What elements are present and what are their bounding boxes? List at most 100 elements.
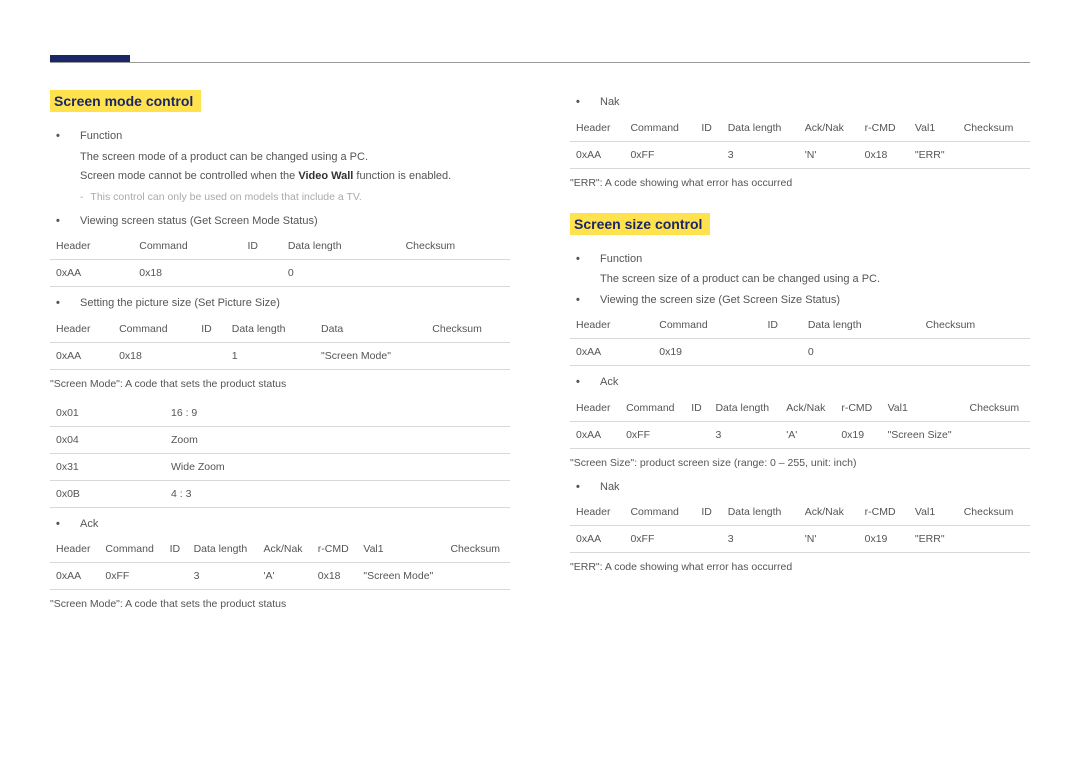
td: 0x19: [653, 339, 761, 366]
td: 0xAA: [570, 141, 624, 168]
table-row: 0xAA 0xFF 3 'A' 0x19 "Screen Size": [570, 421, 1030, 448]
table-row: Header Command ID Data length Ack/Nak r-…: [50, 536, 510, 563]
th: Data length: [722, 115, 799, 142]
td: [920, 339, 1030, 366]
th: Checksum: [444, 536, 510, 563]
th: Header: [570, 395, 620, 422]
bullet-nak-size: • Nak: [576, 479, 1030, 496]
th: Checksum: [958, 499, 1030, 526]
th: ID: [685, 395, 709, 422]
td: [400, 260, 510, 287]
td: 0xFF: [624, 526, 695, 553]
text-part: Screen mode cannot be controlled when th…: [80, 170, 298, 182]
bullet-icon: •: [576, 94, 590, 111]
td: 3: [709, 421, 780, 448]
bullet-ack: • Ack: [56, 516, 510, 533]
table-nak-screen-size: Header Command ID Data length Ack/Nak r-…: [570, 499, 1030, 553]
emphasis-video-wall: Video Wall: [298, 170, 353, 182]
bullet-view-size: • Viewing the screen size (Get Screen Si…: [576, 292, 1030, 309]
th: Data length: [188, 536, 258, 563]
td: "Screen Mode": [315, 342, 426, 369]
td: 0xAA: [50, 260, 133, 287]
bullet-label: Viewing screen status (Get Screen Mode S…: [80, 213, 318, 230]
td: [685, 421, 709, 448]
table-row: 0xAA 0x18 0: [50, 260, 510, 287]
td: 0x18: [133, 260, 241, 287]
td: [695, 141, 721, 168]
td: Zoom: [165, 426, 510, 453]
header-rule: [50, 62, 1030, 63]
table-row: 0xAA 0x19 0: [570, 339, 1030, 366]
td: 0: [802, 339, 920, 366]
bullet-viewing-status: • Viewing screen status (Get Screen Mode…: [56, 213, 510, 230]
table-row: 0xAA 0xFF 3 'A' 0x18 "Screen Mode": [50, 563, 510, 590]
header-accent: [50, 55, 130, 62]
bullet-set-picture-size: • Setting the picture size (Set Picture …: [56, 295, 510, 312]
bullet-label: Nak: [600, 479, 620, 496]
td: 'A': [780, 421, 835, 448]
bullet-icon: •: [576, 292, 590, 309]
th: Val1: [909, 499, 958, 526]
td: 0x19: [859, 526, 909, 553]
td: "ERR": [909, 526, 958, 553]
td: [426, 342, 510, 369]
table-row: Header Command ID Data length Ack/Nak r-…: [570, 115, 1030, 142]
section-title-screen-mode: Screen mode control: [50, 90, 201, 112]
th: r-CMD: [859, 115, 909, 142]
td: "Screen Mode": [357, 563, 444, 590]
table-mode-codes: 0x0116 : 9 0x04Zoom 0x31Wide Zoom 0x0B4 …: [50, 400, 510, 508]
th: Header: [570, 115, 624, 142]
table-set-picture-size: Header Command ID Data length Data Check…: [50, 316, 510, 370]
table-row: 0xAA 0xFF 3 'N' 0x19 "ERR": [570, 526, 1030, 553]
note-tv-models: This control can only be used on models …: [80, 191, 510, 203]
td: 0xAA: [570, 526, 624, 553]
right-column: • Nak Header Command ID Data length Ack/…: [570, 90, 1030, 620]
th: Checksum: [426, 316, 510, 343]
bullet-ack-size: • Ack: [576, 374, 1030, 391]
th: Command: [113, 316, 195, 343]
th: Ack/Nak: [780, 395, 835, 422]
table-row: 0x0B4 : 3: [50, 480, 510, 507]
td: 0x18: [312, 563, 358, 590]
td: 0x31: [50, 453, 165, 480]
td: 0x01: [50, 400, 165, 427]
td: 0x18: [859, 141, 909, 168]
table-get-screen-size: Header Command ID Data length Checksum 0…: [570, 312, 1030, 366]
th: Header: [570, 499, 624, 526]
th: ID: [242, 233, 282, 260]
td: "Screen Size": [882, 421, 964, 448]
th: Header: [50, 316, 113, 343]
th: Ack/Nak: [799, 499, 859, 526]
th: Command: [620, 395, 685, 422]
th: Command: [624, 499, 695, 526]
table-row: 0x04Zoom: [50, 426, 510, 453]
bullet-label: Function: [600, 251, 642, 268]
td: [195, 342, 226, 369]
td: "ERR": [909, 141, 958, 168]
th: r-CMD: [312, 536, 358, 563]
td: 0xAA: [570, 339, 653, 366]
td: [958, 141, 1030, 168]
td: 0xFF: [624, 141, 695, 168]
th: Val1: [909, 115, 958, 142]
th: r-CMD: [859, 499, 909, 526]
td: 0x04: [50, 426, 165, 453]
th: Ack/Nak: [257, 536, 311, 563]
th: Checksum: [964, 395, 1030, 422]
th: Checksum: [920, 312, 1030, 339]
section-title-screen-size: Screen size control: [570, 213, 710, 235]
th: ID: [762, 312, 802, 339]
td: 0x0B: [50, 480, 165, 507]
table-row: Header Command ID Data length Ack/Nak r-…: [570, 499, 1030, 526]
th: Command: [624, 115, 695, 142]
bullet-icon: •: [56, 128, 70, 145]
function-desc-1: The screen mode of a product can be chan…: [80, 149, 510, 166]
td: [964, 421, 1030, 448]
table-row: 0xAA 0xFF 3 'N' 0x18 "ERR": [570, 141, 1030, 168]
bullet-function: • Function: [56, 128, 510, 145]
td: 0x19: [835, 421, 881, 448]
desc-screen-mode-code: "Screen Mode": A code that sets the prod…: [50, 378, 510, 390]
th: Data length: [722, 499, 799, 526]
th: Header: [50, 233, 133, 260]
th: ID: [195, 316, 226, 343]
